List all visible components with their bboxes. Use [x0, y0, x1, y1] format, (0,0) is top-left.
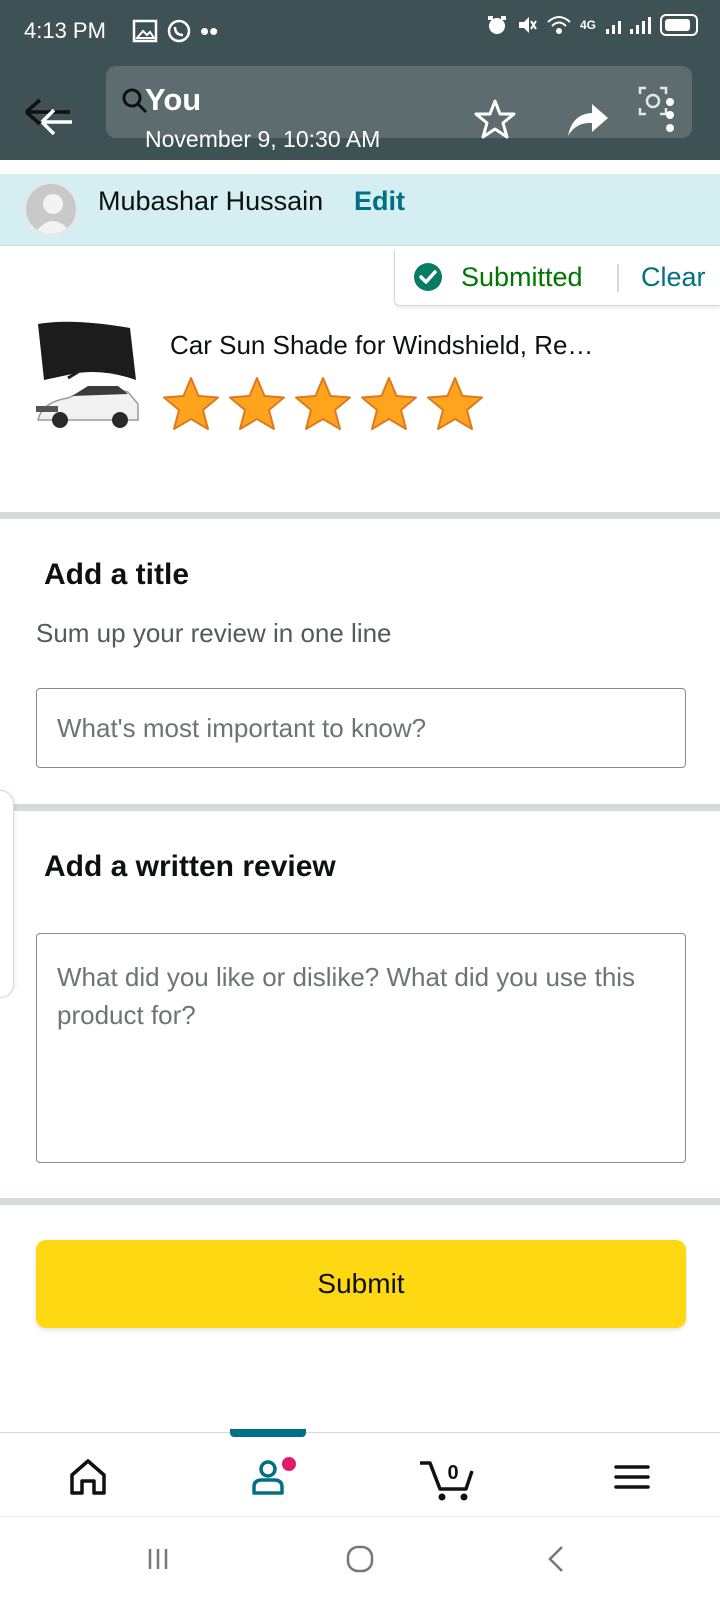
section-divider: [0, 1198, 720, 1205]
status-bar: 4:13 PM •• 4G: [0, 0, 720, 64]
submit-button[interactable]: Submit: [36, 1240, 686, 1328]
rating-star-icon[interactable]: [160, 374, 222, 436]
rating-star-icon[interactable]: [358, 374, 420, 436]
system-navigation-bar: [0, 1516, 720, 1600]
default-avatar-icon: [34, 194, 72, 234]
share-icon[interactable]: [566, 100, 610, 140]
back-button-icon[interactable]: [536, 1541, 576, 1577]
check-circle-icon: [414, 263, 442, 291]
favorite-star-icon[interactable]: [474, 98, 516, 140]
reviewer-profile-strip: Mubashar Hussain Edit: [0, 174, 720, 246]
add-title-heading: Add a title: [44, 558, 190, 591]
alarm-icon: [487, 16, 506, 34]
review-status-chip: Submitted Clear: [394, 250, 720, 306]
bottom-navigation: 0: [0, 1429, 720, 1516]
section-divider: [0, 512, 720, 519]
submitted-status: Submitted: [461, 262, 583, 292]
notification-dot: [282, 1457, 296, 1471]
status-notification-icons: ••: [132, 18, 218, 44]
more-options-icon[interactable]: [666, 98, 676, 138]
rating-star-icon[interactable]: [424, 374, 486, 436]
add-title-subheading: Sum up your review in one line: [36, 618, 392, 648]
edit-profile-link[interactable]: Edit: [354, 186, 405, 217]
tab-you[interactable]: [240, 1449, 296, 1505]
home-icon[interactable]: [60, 1449, 116, 1505]
written-review-heading: Add a written review: [44, 850, 336, 883]
product-image: [36, 321, 139, 428]
home-button-icon[interactable]: [340, 1541, 380, 1577]
active-tab-indicator: [230, 1429, 306, 1437]
clear-rating-link[interactable]: Clear: [641, 262, 706, 293]
cart-icon: 0: [420, 1461, 474, 1501]
menu-icon[interactable]: [604, 1449, 660, 1505]
signal-icon: [606, 17, 651, 34]
status-system-icons: 4G: [486, 14, 698, 36]
viewer-title: You: [145, 82, 202, 117]
star-rating[interactable]: [160, 374, 486, 436]
rating-star-icon[interactable]: [292, 374, 354, 436]
avatar: [24, 182, 78, 236]
rating-star-icon[interactable]: [226, 374, 288, 436]
battery-icon: [660, 14, 698, 36]
more-notifications-icon: ••: [200, 16, 219, 46]
gallery-icon: [132, 19, 158, 43]
network-type: 4G: [579, 18, 596, 32]
camera-lens-icon[interactable]: [636, 84, 670, 118]
back-arrow-icon[interactable]: [20, 92, 80, 140]
viewer-toolbar: You November 9, 10:30 AM: [0, 64, 720, 160]
cart-count: 0: [447, 1462, 458, 1484]
divider: [617, 264, 619, 292]
viewer-overlay: 4:13 PM •• 4G You November 9, 10:30 AM: [0, 0, 720, 160]
mute-icon: [518, 17, 537, 33]
tab-cart[interactable]: 0: [418, 1449, 488, 1505]
whatsapp-icon: [167, 19, 191, 43]
wifi-icon: [547, 16, 571, 34]
viewer-timestamp: November 9, 10:30 AM: [145, 126, 381, 152]
side-drawer-handle[interactable]: [0, 790, 14, 998]
status-time: 4:13 PM: [24, 18, 106, 43]
review-title-input[interactable]: [36, 688, 686, 768]
product-title: Car Sun Shade for Windshield, Re…: [170, 330, 594, 360]
section-divider: [0, 804, 720, 811]
reviewer-name: Mubashar Hussain: [98, 186, 324, 216]
written-review-textarea[interactable]: [36, 933, 686, 1163]
recent-apps-icon[interactable]: [142, 1541, 182, 1577]
